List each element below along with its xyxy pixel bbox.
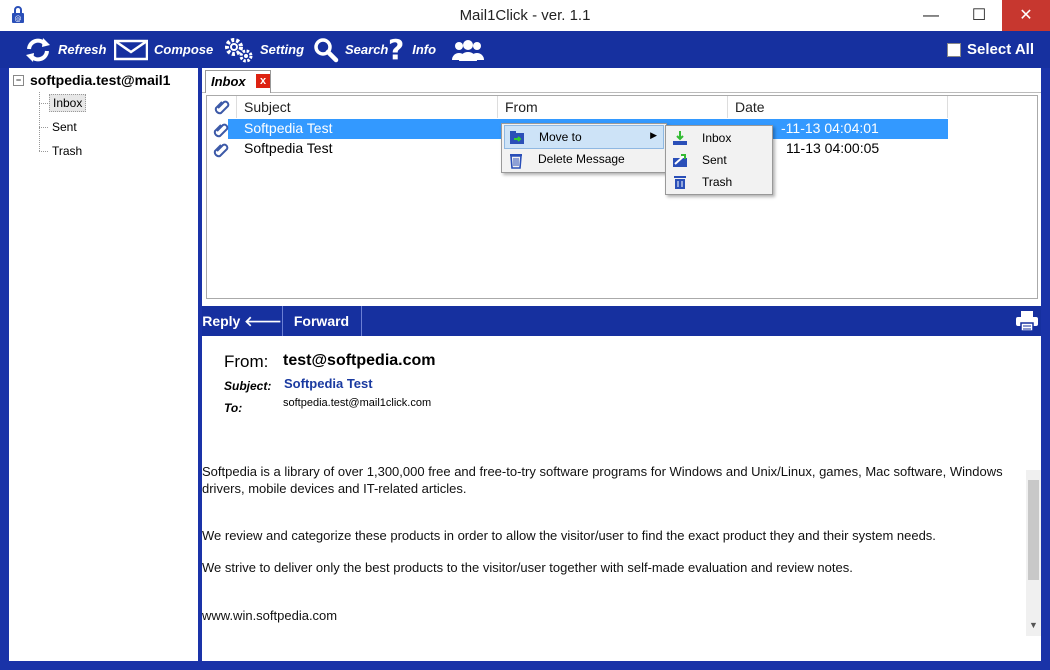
menu-item-delete-message[interactable]: Delete Message	[504, 148, 664, 170]
reply-button[interactable]: Reply 🡐	[202, 306, 283, 336]
scroll-down-icon[interactable]: ▼	[1029, 620, 1038, 630]
trash-icon	[510, 154, 522, 169]
tree-item-trash[interactable]: Trash	[49, 143, 85, 159]
submenu-item-inbox[interactable]: Inbox	[668, 127, 770, 149]
date-column-header[interactable]: Date	[728, 96, 948, 118]
gear-icon	[225, 37, 253, 62]
compose-button[interactable]: Compose	[114, 31, 213, 68]
refresh-icon	[26, 37, 50, 62]
checkbox-box[interactable]	[947, 42, 962, 57]
submenu-item-trash[interactable]: Trash	[668, 171, 770, 193]
row-subject: Softpedia Test	[244, 140, 333, 156]
close-button[interactable]: ✕	[1002, 0, 1050, 31]
search-label: Search	[345, 42, 389, 57]
row-date: 11-13 04:00:05	[786, 140, 880, 156]
search-icon	[314, 37, 339, 62]
search-button[interactable]: Search	[313, 31, 388, 68]
paperclip-icon	[213, 123, 229, 138]
title-bar: @ Mail1Click - ver. 1.1 — ☐ ✕	[0, 0, 1050, 31]
to-value: softpedia.test@mail1click.com	[283, 397, 432, 409]
subject-label: Subject:	[224, 379, 272, 393]
envelope-icon	[114, 39, 148, 60]
tree-line	[39, 92, 40, 151]
menu-item-label: Delete Message	[538, 152, 625, 166]
message-link[interactable]: www.win.softpedia.com	[202, 607, 1017, 624]
menu-item-move-to[interactable]: Move to ▶	[504, 125, 664, 149]
attachment-column-header[interactable]	[207, 96, 237, 118]
users-icon	[452, 39, 484, 61]
row-subject: Softpedia Test	[244, 120, 333, 136]
minimize-button[interactable]: —	[908, 0, 954, 31]
paperclip-icon	[213, 143, 229, 158]
main-toolbar: Refresh Compose Setting Search ? Info Se…	[0, 31, 1050, 68]
message-view: From: test@softpedia.com Subject: Softpe…	[202, 336, 1041, 661]
tab-inbox[interactable]: Inbox x	[205, 70, 271, 93]
compose-label: Compose	[154, 42, 214, 57]
row-date: -11-13 04:04:01	[781, 120, 879, 136]
from-column-header[interactable]: From	[498, 96, 728, 118]
paperclip-icon	[214, 100, 230, 115]
to-label: To:	[224, 401, 243, 415]
info-button[interactable]: ? Info	[388, 31, 436, 68]
select-all-label: Select All	[967, 41, 1034, 58]
print-button[interactable]	[1015, 310, 1039, 335]
question-icon: ?	[388, 33, 405, 66]
setting-button[interactable]: Setting	[224, 31, 304, 68]
tree-account[interactable]: − softpedia.test@mail1	[13, 72, 170, 88]
subject-value: Softpedia Test	[284, 376, 373, 391]
tree-item-inbox[interactable]: Inbox	[49, 94, 87, 112]
move-folder-icon	[510, 131, 524, 144]
refresh-button[interactable]: Refresh	[24, 31, 106, 68]
arrow-left-icon: 🡐	[244, 314, 282, 330]
info-label: Info	[412, 42, 437, 57]
context-menu: Move to ▶ Delete Message	[501, 123, 667, 173]
inbox-download-icon	[673, 131, 687, 145]
tree-line	[39, 151, 48, 152]
tree-line	[39, 127, 48, 128]
tree-line	[39, 103, 48, 104]
message-paragraph: Softpedia is a library of over 1,300,000…	[202, 464, 1003, 496]
subject-column-header[interactable]: Subject	[237, 96, 498, 118]
submenu-item-sent[interactable]: Sent	[668, 149, 770, 171]
menu-item-label: Move to	[539, 130, 582, 144]
message-paragraph: We strive to deliver only the best produ…	[202, 560, 853, 575]
reply-toolbar: Reply 🡐 Forward 🡒	[202, 306, 1041, 360]
scrollbar-thumb[interactable]	[1028, 480, 1039, 580]
submenu-label: Trash	[702, 175, 733, 189]
tree-item-sent[interactable]: Sent	[49, 119, 80, 135]
trash-icon	[674, 176, 686, 189]
forward-button[interactable]: Forward 🡒	[282, 306, 362, 360]
reply-label: Reply	[202, 313, 241, 329]
maximize-button[interactable]: ☐	[956, 0, 1002, 31]
account-label: softpedia.test@mail1	[30, 72, 171, 88]
refresh-label: Refresh	[58, 42, 107, 57]
submenu-arrow-icon: ▶	[650, 130, 657, 140]
folder-tree: − softpedia.test@mail1 Inbox Sent Trash	[9, 68, 198, 661]
collapse-icon[interactable]: −	[13, 74, 24, 86]
contacts-button[interactable]	[451, 31, 491, 68]
tab-close-button[interactable]: x	[256, 74, 270, 88]
from-value: test@softpedia.com	[283, 352, 436, 369]
message-paragraph: We review and categorize these products …	[202, 528, 936, 543]
setting-label: Setting	[260, 42, 305, 57]
from-label: From:	[224, 352, 269, 371]
select-all-checkbox[interactable]: Select All	[947, 31, 1034, 68]
scrollbar[interactable]: ▼	[1026, 470, 1041, 636]
sent-icon	[673, 154, 687, 167]
tab-strip: Inbox x	[202, 68, 1041, 93]
printer-icon	[1016, 311, 1038, 332]
forward-label: Forward	[293, 313, 350, 329]
submenu-label: Sent	[702, 153, 727, 167]
tab-label: Inbox	[211, 74, 246, 89]
submenu-label: Inbox	[702, 131, 732, 145]
window-title: Mail1Click - ver. 1.1	[459, 7, 591, 24]
move-to-submenu: Inbox Sent Trash	[665, 125, 773, 195]
